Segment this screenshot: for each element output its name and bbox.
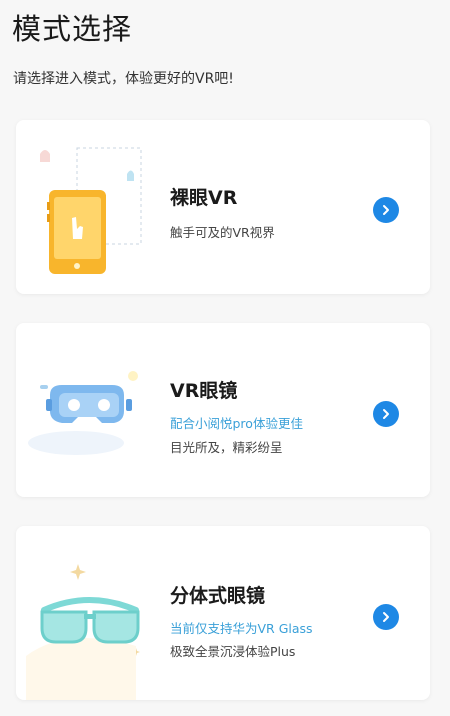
chevron-right-icon <box>383 205 389 215</box>
mode-tag: 当前仅支持华为VR Glass <box>170 621 313 636</box>
enter-mode-button[interactable] <box>373 401 399 427</box>
page-subtitle: 请选择进入模式，体验更好的VR吧! <box>13 71 234 87</box>
mode-description: 极致全景沉浸体验Plus <box>170 644 296 659</box>
phone-icon <box>40 147 142 274</box>
mode-card-vr-headset[interactable]: VR眼镜 配合小阅悦pro体验更佳 目光所及，精彩纷呈 <box>16 323 430 497</box>
mode-title: 裸眼VR <box>170 187 238 209</box>
mode-card-naked-eye-vr[interactable]: 裸眼VR 触手可及的VR视界 <box>16 120 430 294</box>
mode-description: 触手可及的VR视界 <box>170 225 275 240</box>
enter-mode-button[interactable] <box>373 197 399 223</box>
vr-glasses-icon <box>26 564 140 700</box>
mode-card-split-glasses[interactable]: 分体式眼镜 当前仅支持华为VR Glass 极致全景沉浸体验Plus <box>16 526 430 700</box>
chevron-right-icon <box>383 612 389 622</box>
mode-description: 目光所及，精彩纷呈 <box>170 440 283 455</box>
mode-tag: 配合小阅悦pro体验更佳 <box>170 416 303 431</box>
vr-headset-icon <box>28 371 138 455</box>
chevron-right-icon <box>383 409 389 419</box>
enter-mode-button[interactable] <box>373 604 399 630</box>
page-title: 模式选择 <box>12 12 133 46</box>
mode-title: VR眼镜 <box>170 380 238 402</box>
mode-title: 分体式眼镜 <box>170 585 266 607</box>
